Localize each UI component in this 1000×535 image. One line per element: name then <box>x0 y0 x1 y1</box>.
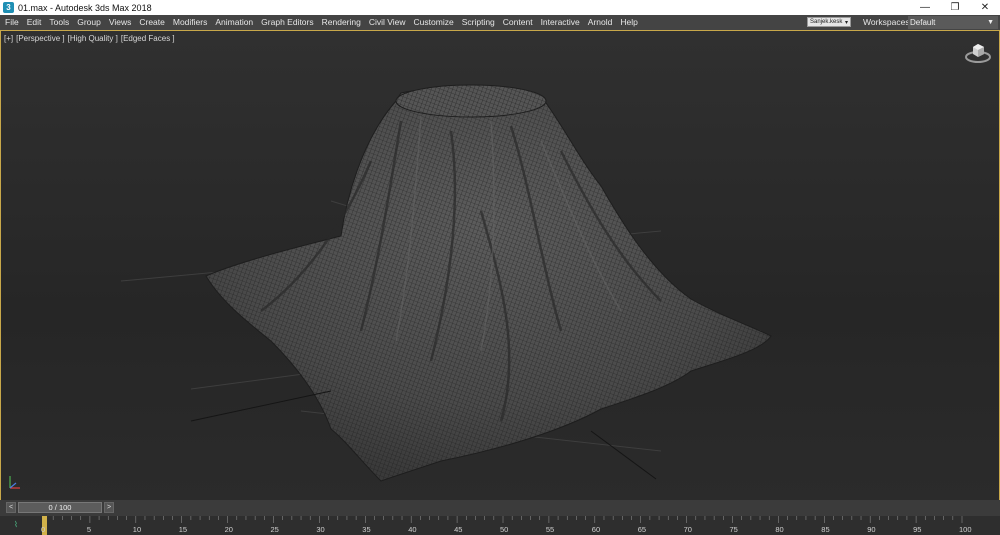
time-slider-bar: < 0 / 100 > <box>0 500 1000 516</box>
user-name: Sanjek.kesk <box>810 19 843 25</box>
menu-edit[interactable]: Edit <box>23 15 46 30</box>
tick-label-10: 10 <box>132 525 142 534</box>
tick-label-45: 45 <box>454 525 463 534</box>
tick-label-65: 65 <box>637 525 647 534</box>
tick-label-75: 75 <box>729 525 738 534</box>
menu-animation[interactable]: Animation <box>211 15 257 30</box>
menu-customize[interactable]: Customize <box>410 15 458 30</box>
window-title: 01.max - Autodesk 3ds Max 2018 <box>18 2 152 13</box>
title-bar: 3 01.max - Autodesk 3ds Max 2018 — ❐ ✕ <box>0 0 1000 15</box>
next-frame-button[interactable]: > <box>104 502 114 513</box>
time-slider[interactable]: 0 / 100 <box>18 502 102 513</box>
window-controls: — ❐ ✕ <box>910 0 1000 15</box>
tick-label-0: 0 <box>41 525 46 534</box>
menu-scripting[interactable]: Scripting <box>458 15 499 30</box>
workspace-value: Default <box>910 18 936 27</box>
previous-frame-button[interactable]: < <box>6 502 16 513</box>
menu-group[interactable]: Group <box>73 15 105 30</box>
menu-file[interactable]: File <box>0 15 23 30</box>
tick-label-60: 60 <box>591 525 601 534</box>
chevron-down-icon: ▼ <box>987 19 994 26</box>
tick-label-80: 80 <box>775 525 784 534</box>
menu-views[interactable]: Views <box>105 15 136 30</box>
tick-label-20: 20 <box>224 525 233 534</box>
tick-label-15: 15 <box>178 525 188 534</box>
axis-tripod-icon <box>9 476 20 489</box>
tick-label-95: 95 <box>913 525 922 534</box>
menu-content[interactable]: Content <box>499 15 537 30</box>
tick-label-50: 50 <box>500 525 509 534</box>
menu-arnold[interactable]: Arnold <box>584 15 617 30</box>
user-account-dropdown[interactable]: Sanjek.kesk ▾ <box>807 17 851 27</box>
tick-label-70: 70 <box>683 525 692 534</box>
tick-label-100: 100 <box>959 525 972 534</box>
menu-tools[interactable]: Tools <box>45 15 73 30</box>
menu-rendering[interactable]: Rendering <box>318 15 365 30</box>
menu-modifiers[interactable]: Modifiers <box>169 15 211 30</box>
app-logo-icon: 3 <box>3 2 14 13</box>
menu-interactive[interactable]: Interactive <box>537 15 584 30</box>
tick-label-25: 25 <box>270 525 279 534</box>
tick-label-85: 85 <box>821 525 830 534</box>
tick-label-30: 30 <box>316 525 325 534</box>
tick-label-55: 55 <box>545 525 555 534</box>
menu-civil-view[interactable]: Civil View <box>365 15 410 30</box>
menu-help[interactable]: Help <box>616 15 641 30</box>
tick-label-35: 35 <box>362 525 371 534</box>
perspective-viewport[interactable]: [+] [Perspective ] [High Quality ] [Edged F… <box>0 30 1000 500</box>
tick-label-5: 5 <box>86 525 92 534</box>
workspaces-label: Workspaces: <box>863 17 912 27</box>
restore-button[interactable]: ❐ <box>940 0 970 15</box>
tick-label-40: 40 <box>408 525 417 534</box>
menu-create[interactable]: Create <box>135 15 169 30</box>
tick-label-90: 90 <box>867 525 876 534</box>
minimize-button[interactable]: — <box>910 0 940 15</box>
menu-graph-editors[interactable]: Graph Editors <box>257 15 317 30</box>
workspace-select[interactable]: Default ▼ <box>908 16 998 29</box>
close-button[interactable]: ✕ <box>970 0 1000 15</box>
timeline-track[interactable]: ⌇ 0 5 10 15 20 25 30 35 40 45 50 55 60 65 70 75 80 85 90 95… <box>0 516 1000 535</box>
chevron-down-icon: ▾ <box>844 19 848 26</box>
terrain-mesh <box>120 84 772 482</box>
